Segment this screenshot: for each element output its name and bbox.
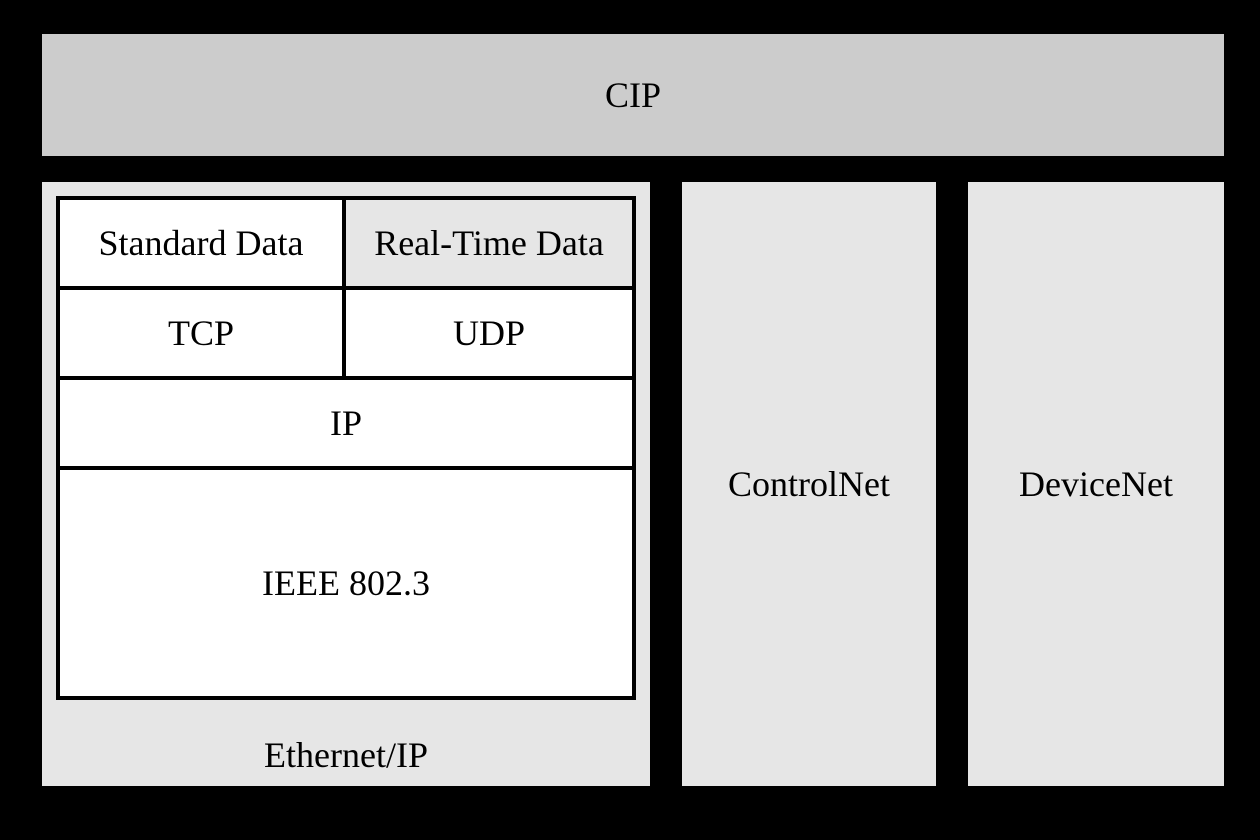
controlnet-column: ControlNet — [678, 178, 940, 790]
tcp-cell: TCP — [56, 286, 346, 380]
standard-data-cell: Standard Data — [56, 196, 346, 290]
tcp-label: TCP — [168, 312, 234, 354]
realtime-data-cell: Real-Time Data — [342, 196, 636, 290]
ip-cell: IP — [56, 376, 636, 470]
ip-label: IP — [330, 402, 362, 444]
udp-cell: UDP — [342, 286, 636, 380]
devicenet-column: DeviceNet — [964, 178, 1228, 790]
realtime-data-label: Real-Time Data — [374, 222, 604, 264]
standard-data-label: Standard Data — [99, 222, 304, 264]
ieee-8023-cell: IEEE 802.3 — [56, 466, 636, 700]
cip-label: CIP — [605, 74, 661, 116]
cip-stack-diagram: CIP Ethernet/IP Standard Data Real-Time … — [0, 0, 1260, 840]
devicenet-label: DeviceNet — [1019, 463, 1173, 505]
udp-label: UDP — [453, 312, 525, 354]
controlnet-label: ControlNet — [728, 463, 890, 505]
ethernet-ip-label: Ethernet/IP — [42, 734, 650, 776]
ieee-8023-label: IEEE 802.3 — [262, 562, 430, 604]
cip-layer: CIP — [38, 30, 1228, 160]
